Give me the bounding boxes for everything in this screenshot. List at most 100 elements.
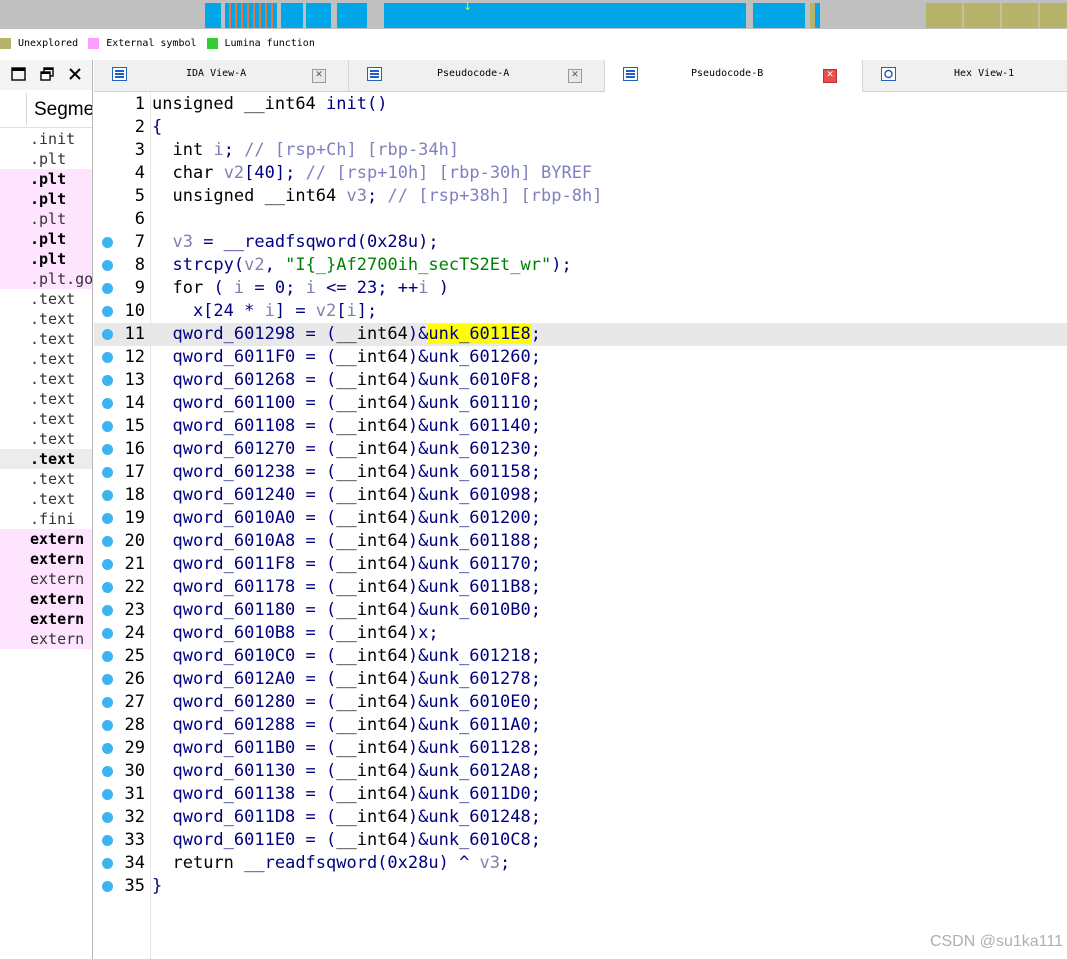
tab-hex-view-1[interactable]: Hex View-1	[863, 60, 1067, 91]
code-text[interactable]: qword_601130 = (__int64)&unk_6012A8;	[152, 761, 540, 781]
code-line[interactable]: 29 qword_6011B0 = (__int64)&unk_601128;	[94, 737, 1067, 760]
segment-row[interactable]: .text	[0, 289, 92, 309]
code-text[interactable]: unsigned __int64 init()	[152, 94, 387, 114]
code-line[interactable]: 18 qword_601240 = (__int64)&unk_601098;	[94, 484, 1067, 507]
segment-row[interactable]: .plt	[0, 149, 92, 169]
code-line[interactable]: 22 qword_601178 = (__int64)&unk_6011B8;	[94, 576, 1067, 599]
segment-row[interactable]: .plt	[0, 249, 92, 269]
code-line[interactable]: 27 qword_601280 = (__int64)&unk_6010E0;	[94, 691, 1067, 714]
code-text[interactable]: qword_6011B0 = (__int64)&unk_601128;	[152, 738, 540, 758]
close-icon[interactable]	[65, 64, 85, 84]
segment-row[interactable]: .fini	[0, 509, 92, 529]
tab-pseudocode-b[interactable]: Pseudocode-B ✕	[605, 60, 863, 92]
pseudocode-view[interactable]: 1 unsigned __int64 init() 2{3 int i; // [r…	[94, 92, 1067, 959]
code-text[interactable]: int i; // [rsp+Ch] [rbp-34h]	[152, 140, 459, 160]
code-line[interactable]: 25 qword_6010C0 = (__int64)&unk_601218;	[94, 645, 1067, 668]
code-text[interactable]: }	[152, 876, 162, 896]
code-line[interactable]: 19 qword_6010A0 = (__int64)&unk_601200;	[94, 507, 1067, 530]
code-text[interactable]: qword_601268 = (__int64)&unk_6010F8;	[152, 370, 540, 390]
tab-pseudocode-a[interactable]: Pseudocode-A ✕	[349, 60, 605, 91]
code-text[interactable]: qword_6012A0 = (__int64)&unk_601278;	[152, 669, 540, 689]
code-line[interactable]: 34 return __readfsqword(0x28u) ^ v3;	[94, 852, 1067, 875]
tab-close-icon[interactable]: ✕	[568, 69, 582, 83]
code-text[interactable]: qword_6011D8 = (__int64)&unk_601248;	[152, 807, 540, 827]
code-text[interactable]: qword_601180 = (__int64)&unk_6010B0;	[152, 600, 540, 620]
segment-row[interactable]: .text	[0, 369, 92, 389]
segment-row[interactable]: .text	[0, 409, 92, 429]
code-line[interactable]: 11 qword_601298 = (__int64)&unk_6011E8;	[94, 323, 1067, 346]
code-line[interactable]: 21 qword_6011F8 = (__int64)&unk_601170;	[94, 553, 1067, 576]
segment-row[interactable]: .plt	[0, 189, 92, 209]
code-line[interactable]: 20 qword_6010A8 = (__int64)&unk_601188;	[94, 530, 1067, 553]
segment-row[interactable]: .plt	[0, 209, 92, 229]
code-text[interactable]: qword_6010B8 = (__int64)x;	[152, 623, 438, 643]
code-text[interactable]: qword_6011E0 = (__int64)&unk_6010C8;	[152, 830, 540, 850]
code-text[interactable]: qword_601240 = (__int64)&unk_601098;	[152, 485, 540, 505]
segment-row[interactable]: .text	[0, 469, 92, 489]
segment-row[interactable]: .text	[0, 429, 92, 449]
segment-row[interactable]: .text	[0, 329, 92, 349]
tab-close-icon[interactable]: ✕	[823, 69, 837, 83]
code-text[interactable]: qword_6010A0 = (__int64)&unk_601200;	[152, 508, 540, 528]
tab-ida-view-a[interactable]: IDA View-A ✕	[94, 60, 349, 91]
code-text[interactable]: return __readfsqword(0x28u) ^ v3;	[152, 853, 510, 873]
segment-row[interactable]: .text	[0, 349, 92, 369]
code-text[interactable]: qword_601298 = (__int64)&unk_6011E8;	[152, 324, 541, 344]
code-line[interactable]: 12 qword_6011F0 = (__int64)&unk_601260;	[94, 346, 1067, 369]
code-line[interactable]: 10 x[24 * i] = v2[i];	[94, 300, 1067, 323]
code-text[interactable]: {	[152, 117, 162, 137]
segment-row[interactable]: extern	[0, 609, 92, 629]
segment-row[interactable]: extern	[0, 529, 92, 549]
code-text[interactable]: qword_601270 = (__int64)&unk_601230;	[152, 439, 540, 459]
segments-column-header[interactable]: Segme	[0, 91, 92, 128]
segment-row[interactable]: extern	[0, 589, 92, 609]
segment-row[interactable]: .plt	[0, 229, 92, 249]
code-line[interactable]: 35}	[94, 875, 1067, 898]
code-text[interactable]: qword_6010C0 = (__int64)&unk_601218;	[152, 646, 540, 666]
code-line[interactable]: 13 qword_601268 = (__int64)&unk_6010F8;	[94, 369, 1067, 392]
segment-row[interactable]: .text	[0, 389, 92, 409]
code-text[interactable]: for ( i = 0; i <= 23; ++i )	[152, 278, 448, 298]
code-line[interactable]: 1 unsigned __int64 init()	[94, 93, 1067, 116]
code-text[interactable]: qword_601178 = (__int64)&unk_6011B8;	[152, 577, 540, 597]
code-text[interactable]: qword_601288 = (__int64)&unk_6011A0;	[152, 715, 540, 735]
code-line[interactable]: 3 int i; // [rsp+Ch] [rbp-34h]	[94, 139, 1067, 162]
code-text[interactable]: unsigned __int64 v3; // [rsp+38h] [rbp-8…	[152, 186, 602, 206]
code-text[interactable]: qword_6011F8 = (__int64)&unk_601170;	[152, 554, 540, 574]
maximize-icon[interactable]	[8, 64, 28, 84]
code-line[interactable]: 9 for ( i = 0; i <= 23; ++i )	[94, 277, 1067, 300]
code-line[interactable]: 14 qword_601100 = (__int64)&unk_601110;	[94, 392, 1067, 415]
navigation-band[interactable]: ↓	[0, 0, 1067, 29]
code-text[interactable]: qword_601138 = (__int64)&unk_6011D0;	[152, 784, 540, 804]
code-line[interactable]: 30 qword_601130 = (__int64)&unk_6012A8;	[94, 760, 1067, 783]
code-text[interactable]: char v2[40]; // [rsp+10h] [rbp-30h] BYRE…	[152, 163, 592, 183]
code-line[interactable]: 17 qword_601238 = (__int64)&unk_601158;	[94, 461, 1067, 484]
code-line[interactable]: 2{	[94, 116, 1067, 139]
code-line[interactable]: 7 v3 = __readfsqword(0x28u);	[94, 231, 1067, 254]
segment-row[interactable]: .text	[0, 309, 92, 329]
code-line[interactable]: 24 qword_6010B8 = (__int64)x;	[94, 622, 1067, 645]
segment-row[interactable]: .init	[0, 129, 92, 149]
segment-row[interactable]: extern	[0, 569, 92, 589]
code-line[interactable]: 26 qword_6012A0 = (__int64)&unk_601278;	[94, 668, 1067, 691]
code-line[interactable]: 6	[94, 208, 1067, 231]
segment-row[interactable]: extern	[0, 549, 92, 569]
code-text[interactable]: x[24 * i] = v2[i];	[152, 301, 377, 321]
tab-close-icon[interactable]: ✕	[312, 69, 326, 83]
code-text[interactable]: qword_601238 = (__int64)&unk_601158;	[152, 462, 540, 482]
code-line[interactable]: 31 qword_601138 = (__int64)&unk_6011D0;	[94, 783, 1067, 806]
segment-row[interactable]: .text	[0, 489, 92, 509]
code-text[interactable]: v3 = __readfsqword(0x28u);	[152, 232, 438, 252]
segment-row[interactable]: .plt.go	[0, 269, 92, 289]
segment-row[interactable]: extern	[0, 629, 92, 649]
code-line[interactable]: 8 strcpy(v2, "I{_}Af2700ih_secTS2Et_wr")…	[94, 254, 1067, 277]
code-text[interactable]: qword_601108 = (__int64)&unk_601140;	[152, 416, 540, 436]
code-line[interactable]: 5 unsigned __int64 v3; // [rsp+38h] [rbp…	[94, 185, 1067, 208]
code-line[interactable]: 23 qword_601180 = (__int64)&unk_6010B0;	[94, 599, 1067, 622]
restore-icon[interactable]	[37, 64, 57, 84]
segment-row[interactable]: .plt	[0, 169, 92, 189]
segment-row[interactable]: .text	[0, 449, 92, 469]
code-text[interactable]: qword_601280 = (__int64)&unk_6010E0;	[152, 692, 540, 712]
code-line[interactable]: 28 qword_601288 = (__int64)&unk_6011A0;	[94, 714, 1067, 737]
code-text[interactable]: qword_6011F0 = (__int64)&unk_601260;	[152, 347, 540, 367]
